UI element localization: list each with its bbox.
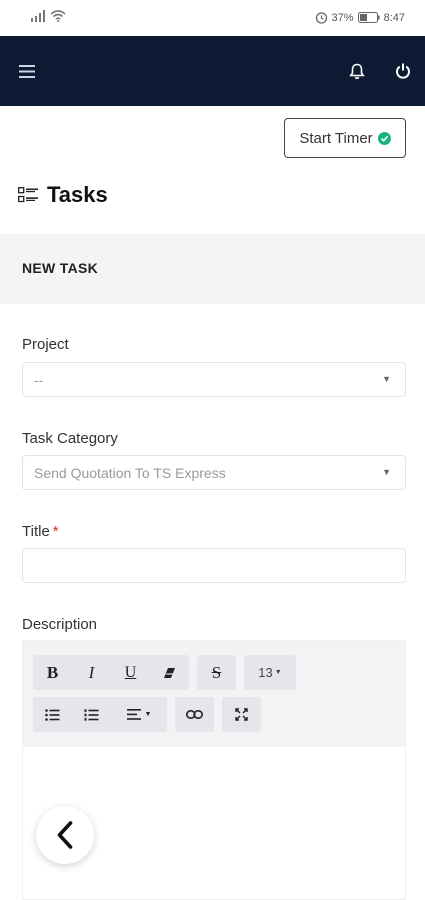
title-input[interactable]	[22, 548, 406, 583]
start-timer-label: Start Timer	[299, 129, 373, 147]
battery-percentage: 37%	[331, 11, 354, 24]
strikethrough-button[interactable]: S	[197, 655, 236, 690]
eraser-icon	[164, 667, 175, 678]
editor-toolbar: B I U S 13 ▼ ▼	[23, 641, 405, 747]
task-category-select-value: Send Quotation To TS Express	[34, 465, 226, 481]
bell-icon	[349, 63, 365, 79]
hamburger-icon	[19, 64, 35, 78]
bullet-list-button[interactable]	[33, 697, 72, 732]
title-label-text: Title	[22, 523, 50, 540]
task-category-label: Task Category	[22, 430, 118, 447]
font-style-group: B I U	[33, 655, 189, 690]
underline-button[interactable]: U	[111, 655, 150, 690]
align-dropdown[interactable]: ▼	[111, 697, 167, 732]
signal-icon	[31, 10, 45, 22]
caret-down-icon: ▼	[382, 374, 391, 384]
task-list-icon	[18, 187, 38, 203]
required-asterisk: *	[52, 523, 59, 540]
fullscreen-button[interactable]	[222, 697, 261, 732]
task-category-select[interactable]: Send Quotation To TS Express ▼	[22, 455, 406, 490]
top-navigation-bar	[0, 36, 425, 106]
new-task-section-header: NEW TASK	[0, 234, 425, 304]
project-select-value: --	[34, 372, 44, 388]
caret-down-icon: ▼	[144, 711, 152, 718]
section-title: NEW TASK	[22, 260, 99, 276]
notifications-button[interactable]	[344, 58, 370, 84]
logout-button[interactable]	[390, 58, 416, 84]
description-editor: B I U S 13 ▼ ▼	[22, 640, 406, 900]
description-label: Description	[22, 616, 98, 633]
italic-button[interactable]: I	[72, 655, 111, 690]
font-size-group: 13 ▼	[244, 655, 296, 690]
fullscreen-icon	[235, 708, 248, 721]
font-size-dropdown[interactable]: 13 ▼	[244, 655, 296, 690]
insert-link-button[interactable]	[175, 697, 214, 732]
title-label: Title *	[22, 523, 59, 540]
menu-button[interactable]	[14, 58, 40, 84]
check-circle-icon	[377, 131, 391, 145]
back-button[interactable]	[36, 806, 94, 864]
bullet-list-icon	[45, 708, 60, 721]
bold-button[interactable]: B	[33, 655, 72, 690]
wifi-icon	[50, 10, 66, 22]
page-title: Tasks	[47, 182, 108, 207]
battery-icon	[357, 12, 380, 23]
link-group	[175, 697, 214, 732]
page-header: Tasks	[18, 182, 108, 208]
font-size-value: 13	[258, 665, 273, 680]
caret-down-icon: ▼	[274, 669, 282, 676]
chevron-left-icon	[57, 821, 73, 849]
paragraph-group: ▼	[33, 697, 167, 732]
clear-format-button[interactable]	[150, 655, 189, 690]
link-icon	[186, 710, 203, 719]
status-time: 8:47	[383, 11, 405, 24]
numbered-list-icon	[84, 708, 99, 721]
caret-down-icon: ▼	[382, 467, 391, 477]
power-icon	[396, 63, 410, 79]
align-left-icon	[126, 709, 141, 720]
numbered-list-button[interactable]	[72, 697, 111, 732]
fullscreen-group	[222, 697, 261, 732]
start-timer-button[interactable]: Start Timer	[284, 118, 406, 158]
strikethrough-group: S	[197, 655, 236, 690]
project-label: Project	[22, 336, 69, 353]
project-select[interactable]: -- ▼	[22, 362, 406, 397]
alarm-icon	[315, 12, 327, 24]
status-bar: 37% 8:47	[0, 0, 425, 36]
